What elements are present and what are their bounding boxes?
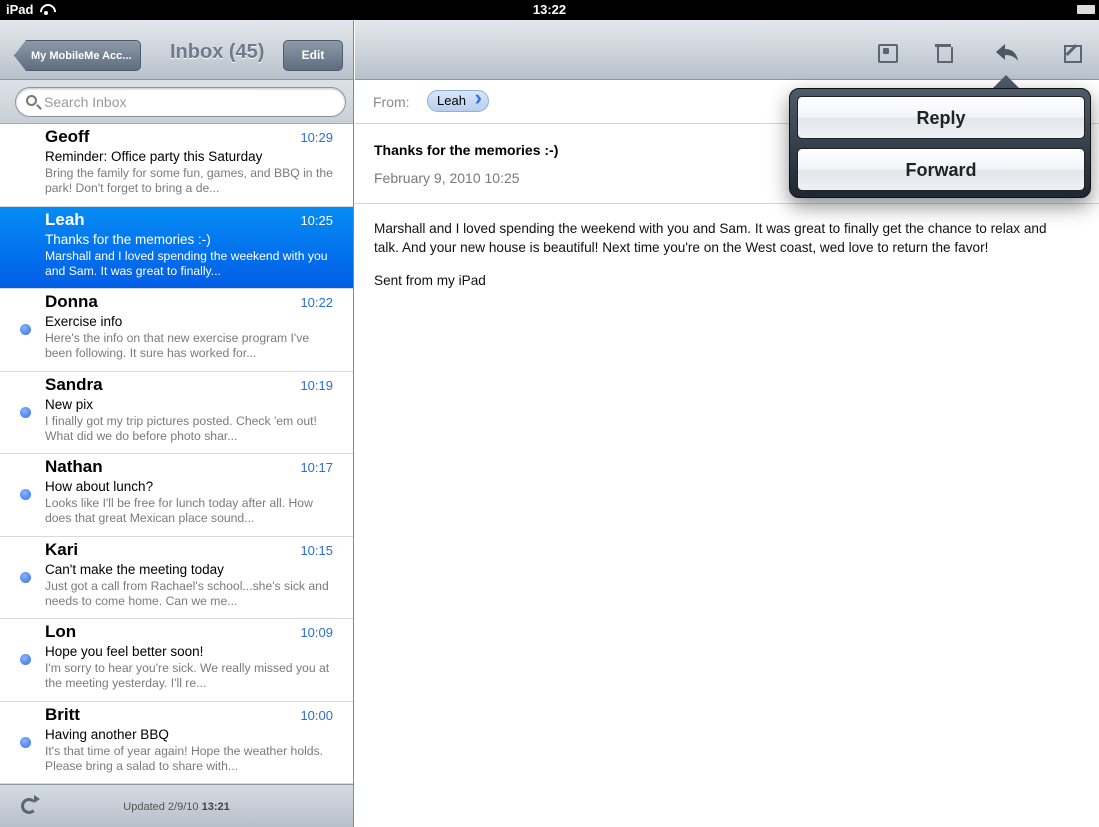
search-bar: [0, 80, 353, 124]
unread-dot-icon: [20, 324, 31, 335]
body-paragraph: Marshall and I loved spending the weeken…: [374, 221, 1047, 255]
search-field[interactable]: [15, 87, 346, 117]
message-list: Geoff 10:29 Reminder: Office party this Sa…: [0, 124, 353, 784]
message-row[interactable]: Kari 10:15 Can't make the meeting today Jus…: [0, 536, 353, 619]
reply-button[interactable]: Reply: [797, 96, 1085, 139]
message-row[interactable]: Geoff 10:29 Reminder: Office party this Sa…: [0, 124, 353, 207]
folder-move-icon[interactable]: [875, 42, 898, 63]
inbox-title: Inbox (45): [170, 41, 265, 63]
search-icon: [26, 95, 37, 106]
message-sender: Nathan: [45, 457, 103, 476]
forward-button[interactable]: Forward: [797, 148, 1085, 191]
message-preview: Marshall and I loved spending the weeken…: [45, 248, 328, 278]
message-date: February 9, 2010 10:25: [374, 170, 520, 186]
message-time: 10:00: [300, 707, 333, 723]
message-subject-line: Can't make the meeting today: [45, 561, 224, 577]
message-time: 10:09: [300, 625, 333, 640]
message-preview: I finally got my trip pictures posted. C…: [45, 413, 317, 443]
mailbox-toolbar: Updated 2/9/10 13:21: [0, 784, 353, 827]
updated-time: 13:21: [201, 801, 230, 813]
message-sender: Donna: [45, 292, 98, 311]
message-time: 10:22: [300, 295, 333, 310]
updated-status: Updated 2/9/10 13:21: [0, 801, 353, 813]
unread-dot-icon: [20, 406, 31, 418]
unread-dot-icon: [20, 654, 31, 665]
mailbox-navbar: My MobileMe Acc... Inbox (45) Edit: [0, 20, 353, 80]
sender-chip[interactable]: Leah: [427, 88, 489, 112]
message-subject-line: Exercise info: [45, 314, 123, 329]
message-row[interactable]: Sandra 10:19 New pix I finally got my trip …: [0, 371, 353, 454]
message-row[interactable]: Nathan 10:17 How about lunch? Looks like I'…: [0, 454, 353, 537]
updated-date: 2/9/10: [167, 801, 199, 813]
status-bar: iPad 13:22: [0, 0, 1099, 20]
message-sender: Leah: [45, 209, 85, 229]
compose-icon[interactable]: [1061, 42, 1083, 63]
message-subject: Thanks for the memories :-): [374, 142, 559, 158]
message-time: 10:19: [300, 377, 333, 393]
edit-button[interactable]: Edit: [283, 40, 343, 71]
message-subject-line: Thanks for the memories :-): [45, 231, 211, 247]
message-preview: It's that time of year again! Hope the w…: [45, 743, 324, 773]
message-row[interactable]: Lon 10:09 Hope you feel better soon! I'm so…: [0, 619, 353, 702]
message-sender: Geoff: [45, 127, 90, 146]
status-time: 13:22: [532, 2, 567, 17]
popover-arrow: [992, 75, 1020, 89]
message-preview: Looks like I'll be free for lunch today …: [45, 496, 313, 525]
trash-icon[interactable]: [932, 42, 954, 63]
reply-icon[interactable]: [995, 42, 1018, 62]
message-subject-line: How about lunch?: [45, 479, 154, 494]
unread-dot-icon: [20, 736, 31, 748]
search-input[interactable]: [44, 92, 334, 112]
message-subject-line: Having another BBQ: [45, 726, 169, 742]
message-time: 10:17: [300, 460, 333, 475]
message-preview: Here's the info on that new exercise pro…: [45, 331, 310, 360]
unread-dot-icon: [20, 489, 31, 500]
back-button[interactable]: My MobileMe Acc...: [14, 40, 142, 71]
message-time: 10:29: [300, 130, 333, 145]
message-time: 10:15: [300, 542, 333, 558]
message-subject-line: Hope you feel better soon!: [45, 644, 204, 659]
message-preview: Bring the family for some fun, games, an…: [45, 166, 333, 195]
message-sender: Britt: [45, 704, 80, 724]
battery-icon: [1077, 5, 1095, 14]
message-row[interactable]: Leah 10:25 Thanks for the memories :-) Mars…: [0, 206, 353, 289]
message-row[interactable]: Donna 10:22 Exercise info Here's the info o…: [0, 289, 353, 372]
message-body: Marshall and I loved spending the weeken…: [374, 219, 1074, 304]
from-label: From:: [373, 94, 410, 110]
updated-label: Updated: [123, 801, 165, 813]
message-preview: I'm sorry to hear you're sick. We really…: [45, 661, 330, 690]
body-signature: Sent from my iPad: [374, 273, 486, 288]
mailbox-pane: My MobileMe Acc... Inbox (45) Edit Geoff…: [0, 20, 354, 827]
reply-popover: Reply Forward: [789, 88, 1091, 198]
message-sender: Sandra: [45, 374, 103, 394]
unread-dot-icon: [20, 571, 31, 583]
message-preview: Just got a call from Rachael's school...…: [45, 578, 329, 608]
message-navbar: [355, 20, 1099, 80]
message-subject-line: New pix: [45, 396, 94, 412]
message-row[interactable]: Britt 10:00 Having another BBQ It's that ti…: [0, 701, 353, 784]
message-sender: Kari: [45, 539, 79, 559]
message-sender: Lon: [45, 622, 77, 641]
message-time: 10:25: [300, 212, 333, 228]
message-subject-line: Reminder: Office party this Saturday: [45, 149, 263, 164]
